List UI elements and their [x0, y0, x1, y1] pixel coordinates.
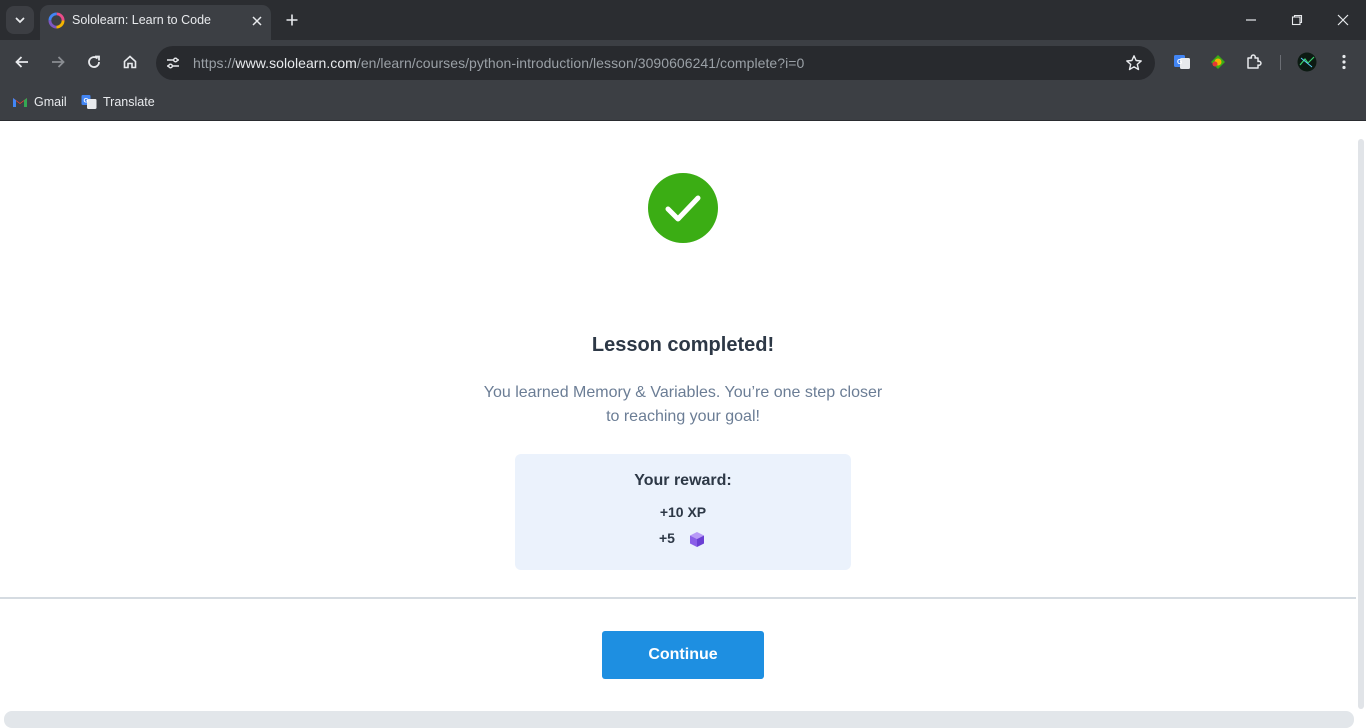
reward-bits: +5 — [659, 530, 675, 546]
lesson-complete-page: Lesson completed! You learned Memory & V… — [0, 121, 1366, 728]
url-host: www.sololearn.com — [235, 55, 357, 71]
success-checkmark-icon — [648, 173, 718, 243]
url-scheme: https:// — [193, 55, 236, 71]
reward-panel: Your reward: +10 XP +5 — [515, 454, 851, 570]
bookmark-label: Gmail — [34, 95, 67, 109]
bookmarks-bar: Gmail G Translate — [0, 85, 1366, 121]
more-menu-icon[interactable] — [1334, 52, 1354, 72]
reward-heading: Your reward: — [634, 472, 732, 489]
tab-search-button[interactable] — [6, 6, 34, 34]
toolbar-separator — [1280, 55, 1281, 70]
close-window-icon[interactable] — [1333, 10, 1353, 30]
bookmark-translate[interactable]: G Translate — [81, 92, 155, 112]
close-tab-icon[interactable] — [248, 12, 266, 30]
google-translate-extension-icon[interactable]: G — [1172, 52, 1192, 72]
url-path: /en/learn/courses/python-introduction/le… — [356, 55, 805, 71]
svg-text:G: G — [1177, 59, 1183, 66]
chevron-down-icon — [15, 17, 25, 24]
svg-text:G: G — [84, 98, 89, 105]
sololearn-favicon-icon — [48, 12, 65, 29]
footer-divider — [0, 597, 1356, 599]
url-text[interactable]: https://www.sololearn.com/en/learn/cours… — [193, 55, 804, 71]
bookmark-label: Translate — [103, 95, 155, 109]
vertical-scrollbar-thumb[interactable] — [1358, 139, 1364, 709]
tab-title: Sololearn: Learn to Code — [72, 13, 211, 27]
home-icon[interactable] — [118, 50, 142, 74]
new-tab-icon[interactable] — [282, 10, 302, 30]
active-tab[interactable]: Sololearn: Learn to Code — [40, 5, 271, 40]
horizontal-scrollbar[interactable] — [4, 711, 1354, 728]
tab-strip: Sololearn: Learn to Code — [0, 0, 1366, 40]
purple-cube-icon — [690, 532, 704, 547]
restore-icon[interactable] — [1287, 10, 1307, 30]
extensions-puzzle-icon[interactable] — [1244, 52, 1264, 72]
forward-icon[interactable] — [46, 50, 70, 74]
translate-icon: G — [81, 95, 97, 109]
address-bar[interactable]: https://www.sololearn.com/en/learn/cours… — [156, 46, 1155, 80]
site-info-icon[interactable] — [164, 54, 182, 72]
gmail-icon — [13, 98, 27, 107]
bookmark-gmail[interactable]: Gmail — [12, 92, 67, 112]
profile-avatar[interactable] — [1297, 52, 1317, 72]
bookmark-star-icon[interactable] — [1125, 54, 1143, 72]
browser-toolbar: https://www.sololearn.com/en/learn/cours… — [0, 40, 1366, 85]
lesson-completed-message: You learned Memory & Variables. You’re o… — [483, 384, 883, 425]
reload-icon[interactable] — [82, 50, 106, 74]
vpn-extension-icon[interactable] — [1208, 52, 1228, 72]
reward-xp: +10 XP — [659, 504, 707, 520]
continue-button[interactable]: Continue — [602, 631, 764, 679]
lesson-completed-title: Lesson completed! — [591, 334, 775, 356]
minimize-icon[interactable] — [1241, 10, 1261, 30]
back-icon[interactable] — [10, 50, 34, 74]
